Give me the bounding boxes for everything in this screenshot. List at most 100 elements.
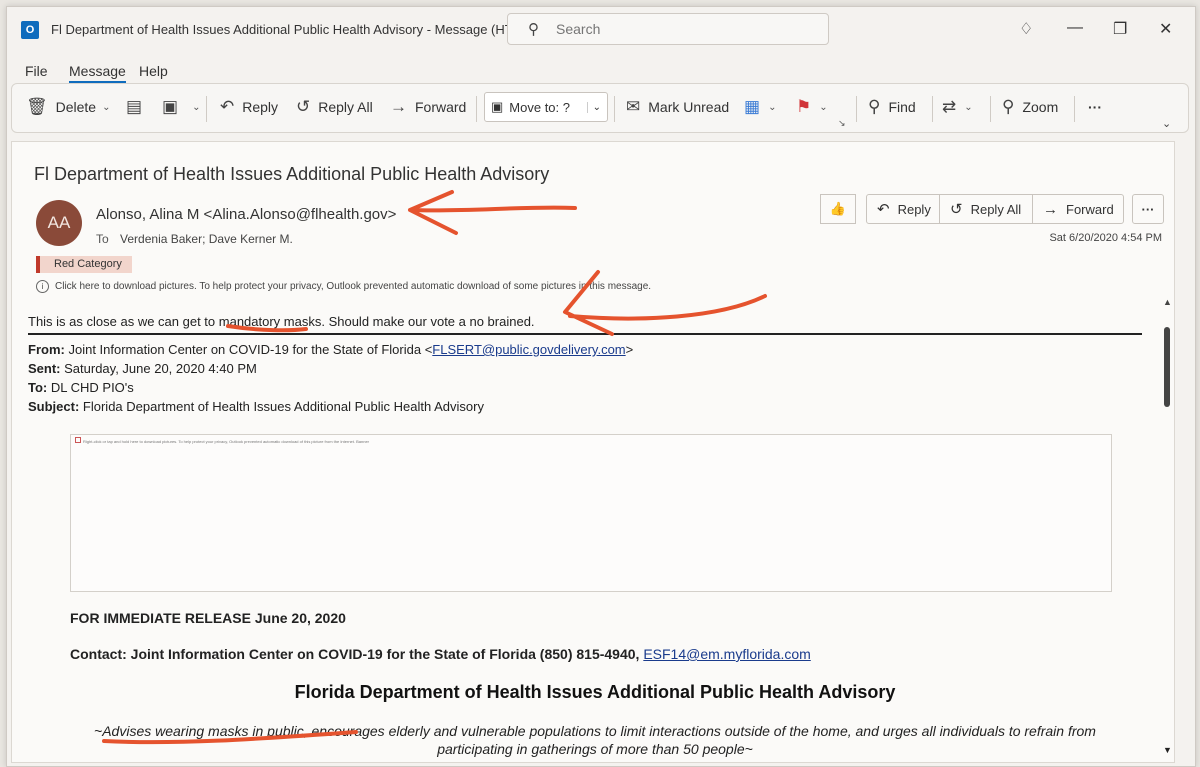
ribbon-separator [614,96,615,122]
broken-image-icon [75,437,81,443]
reply-button[interactable]: ↶ Reply [866,194,940,224]
search-box[interactable]: ⚲ [507,13,829,45]
minimize-icon[interactable]: — [1067,19,1083,37]
forward-icon: → [1043,200,1058,218]
find-button[interactable]: ⚲ Find [868,92,916,122]
close-icon[interactable]: ✕ [1159,19,1172,39]
window-title: Fl Department of Health Issues Additiona… [51,22,536,37]
download-pictures-infobar[interactable]: i Click here to download pictures. To he… [36,280,651,293]
scroll-up-icon[interactable]: ▲ [1163,297,1172,307]
move-folder-icon: ▣ [162,97,179,116]
sent-label: Sent: [28,361,61,376]
forward-button[interactable]: → Forward [1032,194,1124,224]
image-caption: Right-click or tap and hold here to down… [75,437,375,444]
forward-button[interactable]: → Forward [390,92,466,122]
from-close: > [625,342,634,357]
categorize-button[interactable]: ▦ ⌄ [744,92,776,122]
chevron-down-icon: ⌄ [819,101,828,113]
ribbon-toolbar: 🗑 Delete ⌄ ▤ ▣ ⌄ ↶ Reply ↺ Reply All → F… [11,83,1189,133]
reply-label: Reply [897,201,931,217]
tab-help[interactable]: Help [139,63,168,79]
image-caption-text: Right-click or tap and hold here to down… [83,439,370,444]
recipients[interactable]: Verdenia Baker; Dave Kerner M. [120,232,293,246]
contact-email-link[interactable]: ESF14@em.myflorida.com [643,646,810,662]
delete-button[interactable]: 🗑 Delete ⌄ [26,92,110,122]
flag-button[interactable]: ⚑ ⌄ [796,92,828,122]
like-button[interactable]: 👍 [820,194,856,224]
blocked-image-placeholder[interactable]: Right-click or tap and hold here to down… [70,434,1112,592]
from-email-link[interactable]: FLSERT@public.govdelivery.com [432,342,625,357]
reply-icon: ↶ [220,97,235,116]
category-badge[interactable]: Red Category [36,256,132,273]
scroll-down-icon[interactable]: ▼ [1163,745,1172,755]
restore-icon[interactable]: ❐ [1113,19,1127,39]
info-icon: i [36,280,49,293]
avatar[interactable]: AA [36,200,82,246]
to-label: To: [28,380,48,395]
chevron-down-icon: ⌄ [192,101,201,113]
archive-button[interactable]: ▤ [126,92,150,122]
ribbon-collapse-icon[interactable]: ⌄ [1162,117,1171,130]
scrollbar-thumb[interactable] [1164,327,1170,407]
sender-name[interactable]: Alonso, Alina M <Alina.Alonso@flhealth.g… [96,206,396,223]
title-bar: O Fl Department of Health Issues Additio… [7,7,1195,53]
zoom-icon: ⚲ [1002,97,1015,116]
subject-row: Subject: Florida Department of Health Is… [28,397,633,416]
move-to-icon: ▣ [491,99,504,114]
trash-icon: 🗑 [26,97,48,116]
sent-datetime: Sat 6/20/2020 4:54 PM [1049,232,1162,244]
ribbon-separator [1074,96,1075,122]
translate-icon: ⇄ [942,97,957,116]
thumbs-up-icon: 👍 [829,201,847,216]
reply-all-label: Reply All [318,99,373,115]
diamond-icon[interactable]: ♢ [1019,19,1033,39]
from-label: From: [28,342,65,357]
zoom-button[interactable]: ⚲ Zoom [1002,92,1058,122]
flag-icon: ⚑ [796,97,812,116]
reply-all-icon: ↺ [950,201,963,218]
subject-value: Florida Department of Health Issues Addi… [82,399,484,414]
vertical-scrollbar[interactable]: ▲ ▼ [1161,297,1175,755]
more-actions-button[interactable]: ··· [1132,194,1164,224]
message-subject: Fl Department of Health Issues Additiona… [34,164,550,184]
tab-file[interactable]: File [25,63,48,79]
forward-label: Forward [415,99,467,115]
reply-all-button[interactable]: ↺ Reply All [296,92,373,122]
delete-label: Delete [55,99,97,115]
recipients-row: To Verdenia Baker; Dave Kerner M. [96,232,293,246]
search-icon: ⚲ [868,97,881,116]
to-value: DL CHD PIO's [50,380,134,395]
zoom-label: Zoom [1022,99,1059,115]
reply-all-label: Reply All [970,201,1022,217]
to-row: To: DL CHD PIO's [28,378,633,397]
mark-unread-button[interactable]: ✉ Mark Unread [626,92,729,122]
divider [28,333,1142,335]
more-commands-button[interactable]: ··· [1088,92,1102,122]
reply-all-button[interactable]: ↺ Reply All [939,194,1033,224]
menu-bar: File Message Help [7,59,607,83]
outlook-message-window: O Fl Department of Health Issues Additio… [6,6,1196,767]
move-button[interactable]: ▣ ⌄ [162,92,200,122]
translate-button[interactable]: ⇄ ⌄ [942,92,973,122]
tab-message[interactable]: Message [69,63,126,83]
sent-row: Sent: Saturday, June 20, 2020 4:40 PM [28,359,633,378]
sent-value: Saturday, June 20, 2020 4:40 PM [64,361,257,376]
categorize-icon: ▦ [744,97,761,116]
ribbon-separator [476,96,477,122]
chevron-down-icon: ⌄ [964,101,973,113]
forward-icon: → [390,97,407,116]
chevron-down-icon: ⌄ [768,101,777,113]
from-row: From: Joint Information Center on COVID-… [28,340,633,359]
reply-button[interactable]: ↶ Reply [220,92,278,122]
chevron-down-icon: ⌄ [586,101,601,113]
move-to-dropdown[interactable]: ▣ Move to: ? ⌄ [484,92,608,122]
forwarded-header: From: Joint Information Center on COVID-… [28,340,633,416]
ribbon-expand-icon[interactable]: ↘ [838,118,846,129]
contact-line: Contact: Joint Information Center on COV… [70,646,811,662]
release-line: FOR IMMEDIATE RELEASE June 20, 2020 [70,610,346,626]
forward-label: Forward [1066,201,1114,217]
from-text: Joint Information Center on COVID-19 for… [68,342,433,357]
search-icon: ⚲ [528,21,539,38]
search-input[interactable] [554,19,818,39]
ribbon-separator [932,96,933,122]
